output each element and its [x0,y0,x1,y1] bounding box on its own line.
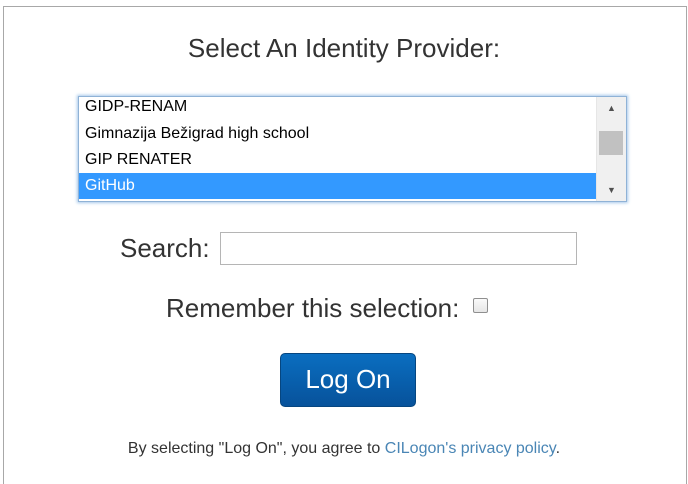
idp-list-items: GIDP-RENAM Gimnazija Bežigrad high schoo… [79,97,596,201]
idp-option[interactable]: Gimnazija Bežigrad high school [79,121,596,147]
idp-option[interactable]: GIP RENATER [79,147,596,173]
remember-row: Remember this selection: [166,290,489,326]
chevron-down-icon[interactable]: ▼ [597,181,626,199]
remember-checkbox[interactable] [473,297,489,313]
scrollbar-thumb[interactable] [599,131,623,155]
idp-select-list[interactable]: GIDP-RENAM Gimnazija Bežigrad high schoo… [78,96,627,202]
idp-option-selected[interactable]: GitHub [79,173,596,199]
agreement-suffix: . [555,440,561,457]
page-title: Select An Identity Provider: [187,33,501,63]
privacy-policy-link[interactable]: CILogon's privacy policy [385,440,556,457]
agreement-text: By selecting "Log On", you agree to [127,440,385,457]
privacy-agreement: By selecting "Log On", you agree to CILo… [0,440,688,458]
remember-label: Remember this selection: [166,292,460,323]
search-label: Search: [120,232,210,263]
chevron-up-icon[interactable]: ▲ [597,99,626,117]
search-row: Search: [120,230,577,266]
list-scrollbar[interactable]: ▲ ▼ [596,97,626,201]
idp-option[interactable]: GIDP-RENAM [79,97,596,121]
search-input[interactable] [219,231,577,265]
log-on-button[interactable]: Log On [280,353,416,407]
